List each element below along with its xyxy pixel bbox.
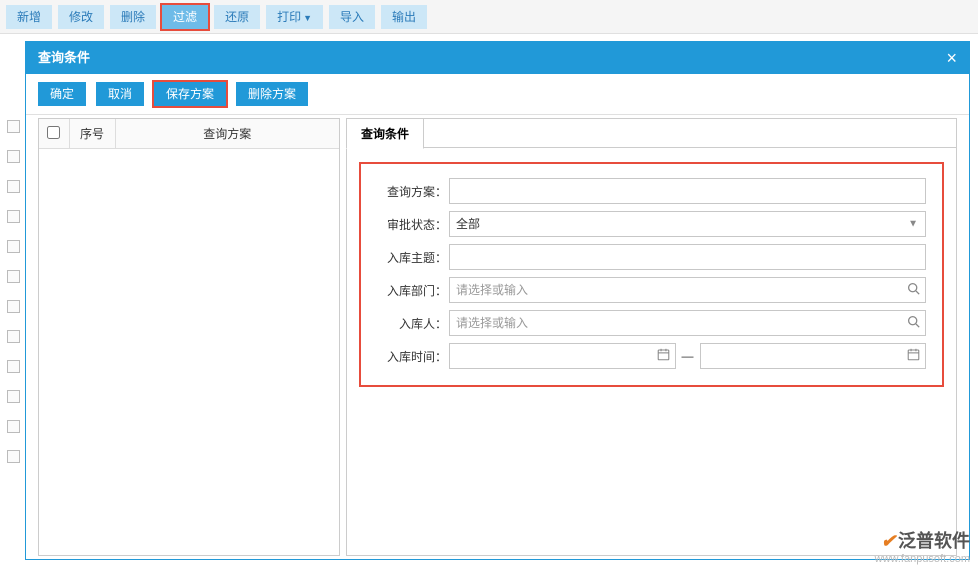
select-all-checkbox[interactable] <box>47 126 60 139</box>
person-input[interactable] <box>449 310 926 336</box>
header-seq: 序号 <box>69 119 115 149</box>
close-icon[interactable]: × <box>946 42 957 74</box>
calendar-icon <box>657 348 670 364</box>
tab-query-conditions[interactable]: 查询条件 <box>346 118 424 149</box>
logo-icon: ✔ <box>881 531 896 551</box>
print-button[interactable]: 打印▼ <box>266 5 323 29</box>
header-scheme: 查询方案 <box>115 119 339 149</box>
query-form: 查询方案： 审批状态： 全部 ▼ 入库主题： 入库部门： <box>359 162 944 387</box>
brand-text: 泛普软件 <box>898 531 970 551</box>
scheme-table: 序号 查询方案 <box>39 119 339 149</box>
date-separator: — <box>676 349 700 363</box>
calendar-icon <box>907 348 920 364</box>
edit-button[interactable]: 修改 <box>58 5 104 29</box>
scheme-label: 查询方案： <box>377 183 449 200</box>
export-button[interactable]: 输出 <box>381 5 427 29</box>
bg-checkbox-column <box>7 120 20 480</box>
dialog-title: 查询条件 <box>38 42 90 74</box>
delete-button[interactable]: 删除 <box>110 5 156 29</box>
dept-input[interactable] <box>449 277 926 303</box>
filter-button[interactable]: 过滤 <box>162 5 208 29</box>
header-checkbox-col <box>39 119 69 149</box>
dialog-toolbar: 确定 取消 保存方案 删除方案 <box>26 74 969 115</box>
dialog-header: 查询条件 × <box>26 42 969 74</box>
approval-select[interactable]: 全部 <box>449 211 926 237</box>
top-toolbar: 新增 修改 删除 过滤 还原 打印▼ 导入 输出 <box>0 0 978 34</box>
query-dialog: 查询条件 × 确定 取消 保存方案 删除方案 序号 查询方案 <box>25 41 970 560</box>
delete-scheme-button[interactable]: 删除方案 <box>236 82 308 106</box>
subject-input[interactable] <box>449 244 926 270</box>
date-to-input[interactable] <box>700 343 927 369</box>
person-label: 入库人： <box>377 315 449 332</box>
subject-label: 入库主题： <box>377 249 449 266</box>
scheme-input[interactable] <box>449 178 926 204</box>
cancel-button[interactable]: 取消 <box>96 82 144 106</box>
time-label: 入库时间： <box>377 348 449 365</box>
chevron-down-icon: ▼ <box>303 13 312 23</box>
approval-label: 审批状态： <box>377 216 449 233</box>
import-button[interactable]: 导入 <box>329 5 375 29</box>
scheme-list-panel: 序号 查询方案 <box>38 118 340 556</box>
save-scheme-button[interactable]: 保存方案 <box>154 82 226 106</box>
query-conditions-panel: 查询条件 查询方案： 审批状态： 全部 ▼ 入库主题： <box>346 118 957 556</box>
watermark: ✔泛普软件 www.fanpusoft.com <box>875 527 970 565</box>
restore-button[interactable]: 还原 <box>214 5 260 29</box>
brand-url: www.fanpusoft.com <box>875 553 970 565</box>
date-from-input[interactable] <box>449 343 676 369</box>
dialog-body: 序号 查询方案 查询条件 查询方案： 审批状态： <box>26 115 969 559</box>
ok-button[interactable]: 确定 <box>38 82 86 106</box>
new-button[interactable]: 新增 <box>6 5 52 29</box>
dept-label: 入库部门： <box>377 282 449 299</box>
